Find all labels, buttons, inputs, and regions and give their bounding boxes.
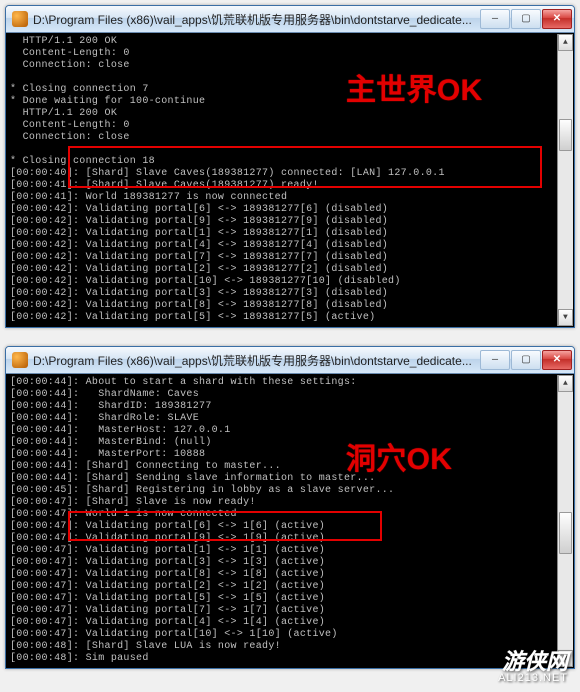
scroll-thumb[interactable] (559, 119, 572, 151)
console-output[interactable]: HTTP/1.1 200 OK Content-Length: 0 Connec… (6, 33, 574, 327)
titlebar[interactable]: D:\Program Files (x86)\vail_apps\饥荒联机版专用… (6, 6, 574, 33)
app-icon (12, 352, 28, 368)
watermark-url: ALI213.NET (498, 672, 568, 684)
scroll-up-button[interactable]: ▲ (558, 375, 573, 392)
app-icon (12, 11, 28, 27)
scroll-down-button[interactable]: ▼ (558, 309, 573, 326)
highlight-box (68, 511, 382, 541)
close-button[interactable]: ✕ (542, 350, 572, 370)
scroll-up-button[interactable]: ▲ (558, 34, 573, 51)
scroll-down-button[interactable]: ▼ (558, 650, 573, 667)
titlebar[interactable]: D:\Program Files (x86)\vail_apps\饥荒联机版专用… (6, 347, 574, 374)
console-output[interactable]: [00:00:44]: About to start a shard with … (6, 374, 574, 668)
scroll-track[interactable] (558, 51, 573, 309)
minimize-button[interactable]: — (480, 9, 510, 29)
annotation-label: 主世界OK (346, 85, 483, 97)
annotation-label: 洞穴OK (346, 454, 452, 466)
scroll-track[interactable] (558, 392, 573, 650)
close-button[interactable]: ✕ (542, 9, 572, 29)
scrollbar[interactable]: ▲▼ (557, 34, 573, 326)
scroll-thumb[interactable] (559, 512, 572, 554)
scrollbar[interactable]: ▲▼ (557, 375, 573, 667)
console-window: D:\Program Files (x86)\vail_apps\饥荒联机版专用… (5, 346, 575, 669)
maximize-button[interactable]: ▢ (511, 9, 541, 29)
maximize-button[interactable]: ▢ (511, 350, 541, 370)
highlight-box (68, 146, 542, 188)
minimize-button[interactable]: — (480, 350, 510, 370)
console-window: D:\Program Files (x86)\vail_apps\饥荒联机版专用… (5, 5, 575, 328)
window-title: D:\Program Files (x86)\vail_apps\饥荒联机版专用… (33, 352, 480, 369)
window-title: D:\Program Files (x86)\vail_apps\饥荒联机版专用… (33, 11, 480, 28)
